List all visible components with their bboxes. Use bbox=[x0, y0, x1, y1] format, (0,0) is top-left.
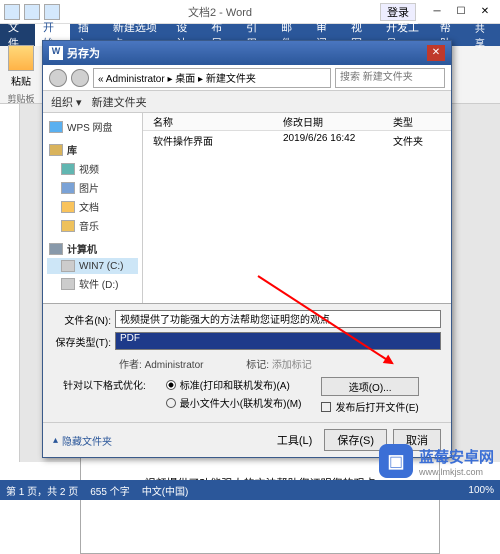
tags-label: 标记: bbox=[246, 360, 269, 371]
nav-documents: 文档 bbox=[47, 197, 138, 216]
maximize-icon[interactable]: ☐ bbox=[450, 3, 472, 21]
tools-menu[interactable]: 工具(L) bbox=[277, 432, 312, 448]
breadcrumb[interactable]: « Administrator ▸ 桌面 ▸ 新建文件夹 bbox=[93, 68, 331, 88]
word-count[interactable]: 655 个字 bbox=[90, 483, 129, 498]
optimize-minimum[interactable]: 最小文件大小(联机发布)(M) bbox=[166, 395, 302, 410]
language-status[interactable]: 中文(中国) bbox=[142, 483, 189, 498]
status-bar: 第 1 页，共 2 页 655 个字 中文(中国) 100% bbox=[0, 480, 500, 500]
vertical-ruler bbox=[0, 104, 20, 462]
save-icon[interactable] bbox=[4, 4, 20, 20]
back-icon[interactable] bbox=[49, 69, 67, 87]
paste-button[interactable]: 粘贴 剪贴板 bbox=[6, 45, 36, 105]
paste-icon bbox=[8, 45, 34, 71]
word-icon: W bbox=[49, 46, 63, 60]
undo-icon[interactable] bbox=[24, 4, 40, 20]
file-list[interactable]: 名称 修改日期 类型 软件操作界面 2019/6/26 16:42 文件夹 bbox=[143, 113, 451, 303]
tab-file[interactable]: 文件 bbox=[0, 24, 35, 46]
nav-pane[interactable]: WPS 网盘 库 视频 图片 文档 音乐 计算机 WIN7 (C:) 软件 (D… bbox=[43, 113, 143, 303]
tags-value[interactable]: 添加标记 bbox=[272, 360, 312, 371]
quick-access-toolbar[interactable] bbox=[4, 4, 60, 20]
new-folder-button[interactable]: 新建文件夹 bbox=[92, 94, 147, 110]
filename-input[interactable]: 视频提供了功能强大的方法帮助您证明您的观点 bbox=[115, 310, 441, 328]
nav-video: 视频 bbox=[47, 159, 138, 178]
optimize-label: 针对以下格式优化: bbox=[63, 377, 146, 392]
window-title: 文档2 - Word bbox=[60, 4, 380, 20]
nav-pictures: 图片 bbox=[47, 178, 138, 197]
open-after-checkbox[interactable]: 发布后打开文件(E) bbox=[321, 399, 418, 414]
col-date[interactable]: 修改日期 bbox=[273, 114, 383, 129]
save-button[interactable]: 保存(S) bbox=[324, 429, 387, 451]
dialog-title: 另存为 bbox=[67, 45, 427, 61]
list-item[interactable]: 软件操作界面 2019/6/26 16:42 文件夹 bbox=[143, 131, 451, 150]
nav-wps: WPS 网盘 bbox=[47, 117, 138, 136]
page-status[interactable]: 第 1 页，共 2 页 bbox=[6, 483, 78, 498]
dialog-close-icon[interactable]: ✕ bbox=[427, 45, 445, 61]
hide-folders-toggle[interactable]: ▴隐藏文件夹 bbox=[53, 433, 112, 448]
nav-drive-d: 软件 (D:) bbox=[47, 274, 138, 293]
chevron-up-icon: ▴ bbox=[53, 435, 58, 446]
author-value[interactable]: Administrator bbox=[145, 360, 204, 371]
filetype-select[interactable]: PDF bbox=[115, 332, 441, 350]
author-label: 作者: bbox=[119, 360, 142, 371]
close-icon[interactable]: ✕ bbox=[474, 3, 496, 21]
filetype-label: 保存类型(T): bbox=[53, 334, 115, 349]
filename-label: 文件名(N): bbox=[53, 312, 115, 327]
forward-icon[interactable] bbox=[71, 69, 89, 87]
android-icon: ▣ bbox=[379, 444, 413, 478]
col-name[interactable]: 名称 bbox=[143, 114, 273, 129]
nav-drive-c: WIN7 (C:) bbox=[47, 258, 138, 274]
col-type[interactable]: 类型 bbox=[383, 114, 423, 129]
nav-computer: 计算机 bbox=[47, 239, 138, 258]
save-as-dialog: W 另存为 ✕ « Administrator ▸ 桌面 ▸ 新建文件夹 组织 … bbox=[42, 40, 452, 458]
redo-icon[interactable] bbox=[44, 4, 60, 20]
optimize-standard[interactable]: 标准(打印和联机发布)(A) bbox=[166, 377, 302, 392]
watermark: ▣ 蓝莓安卓网 www.lmkjst.com bbox=[379, 444, 494, 478]
nav-libraries: 库 bbox=[47, 140, 138, 159]
nav-music: 音乐 bbox=[47, 216, 138, 235]
zoom-level[interactable]: 100% bbox=[468, 485, 494, 496]
login-badge[interactable]: 登录 bbox=[380, 3, 416, 21]
search-input[interactable] bbox=[335, 68, 445, 88]
organize-menu[interactable]: 组织 ▾ bbox=[51, 94, 82, 110]
minimize-icon[interactable]: ─ bbox=[426, 3, 448, 21]
share-button[interactable]: 共享 bbox=[467, 20, 500, 50]
options-button[interactable]: 选项(O)... bbox=[321, 377, 418, 396]
